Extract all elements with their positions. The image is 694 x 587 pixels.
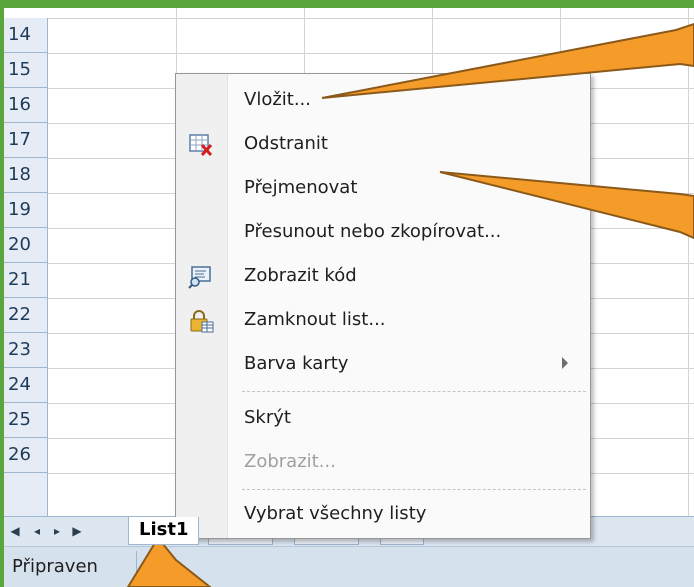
row-header[interactable]: 18 bbox=[4, 158, 48, 193]
status-divider bbox=[136, 551, 137, 584]
row-header[interactable]: 17 bbox=[4, 123, 48, 158]
menu-item-view-code[interactable]: Zobrazit kód bbox=[178, 256, 588, 298]
menu-item-label: Přesunout nebo zkopírovat... bbox=[244, 221, 502, 242]
row-header[interactable]: 16 bbox=[4, 88, 48, 123]
status-text: Připraven bbox=[12, 556, 98, 577]
first-sheet-icon[interactable]: ◀ bbox=[8, 523, 22, 539]
menu-item-label: Zamknout list... bbox=[244, 309, 386, 330]
menu-item-label: Odstranit bbox=[244, 133, 328, 154]
row-header[interactable]: 21 bbox=[4, 263, 48, 298]
menu-item-label: Přejmenovat bbox=[244, 177, 358, 198]
menu-item-tab-color[interactable]: Barva karty bbox=[178, 344, 588, 386]
row-header[interactable]: 22 bbox=[4, 298, 48, 333]
status-bar: Připraven bbox=[4, 546, 694, 587]
menu-separator bbox=[242, 391, 586, 392]
sheet-tab-list1[interactable]: List1 bbox=[128, 517, 200, 545]
menu-item-label: Zobrazit kód bbox=[244, 265, 357, 286]
row-headers: 14 15 16 17 18 19 20 21 22 23 24 25 26 bbox=[4, 18, 48, 516]
delete-sheet-icon bbox=[188, 133, 214, 157]
menu-item-move-copy[interactable]: Přesunout nebo zkopírovat... bbox=[178, 212, 588, 254]
row-header[interactable]: 20 bbox=[4, 228, 48, 263]
menu-item-protect-sheet[interactable]: Zamknout list... bbox=[178, 300, 588, 342]
row-header[interactable]: 24 bbox=[4, 368, 48, 403]
menu-item-unhide: Zobrazit... bbox=[178, 442, 588, 484]
prev-sheet-icon[interactable]: ◂ bbox=[30, 523, 44, 539]
row-header[interactable]: 25 bbox=[4, 403, 48, 438]
menu-item-delete[interactable]: Odstranit bbox=[178, 124, 588, 166]
last-sheet-icon[interactable]: ▶ bbox=[70, 523, 84, 539]
menu-item-label: Vložit... bbox=[244, 89, 311, 110]
menu-item-label: Zobrazit... bbox=[244, 451, 336, 472]
menu-item-label: Skrýt bbox=[244, 407, 291, 428]
row-header[interactable]: 26 bbox=[4, 438, 48, 473]
sheet-context-menu: Vložit... Odstranit Přejmenovat Přesunou… bbox=[175, 73, 591, 539]
menu-item-insert[interactable]: Vložit... bbox=[178, 80, 588, 122]
menu-separator bbox=[242, 489, 586, 490]
menu-item-hide[interactable]: Skrýt bbox=[178, 398, 588, 440]
submenu-arrow-icon bbox=[562, 357, 568, 369]
menu-item-select-all-sheets[interactable]: Vybrat všechny listy bbox=[178, 494, 588, 536]
row-header[interactable]: 19 bbox=[4, 193, 48, 228]
row-header[interactable]: 14 bbox=[4, 18, 48, 53]
next-sheet-icon[interactable]: ▸ bbox=[50, 523, 64, 539]
menu-item-label: Vybrat všechny listy bbox=[244, 503, 427, 524]
menu-item-label: Barva karty bbox=[244, 353, 349, 374]
row-header[interactable]: 23 bbox=[4, 333, 48, 368]
protect-sheet-icon bbox=[188, 309, 214, 333]
row-header[interactable]: 15 bbox=[4, 53, 48, 88]
menu-item-rename[interactable]: Přejmenovat bbox=[178, 168, 588, 210]
view-code-icon bbox=[188, 265, 214, 289]
